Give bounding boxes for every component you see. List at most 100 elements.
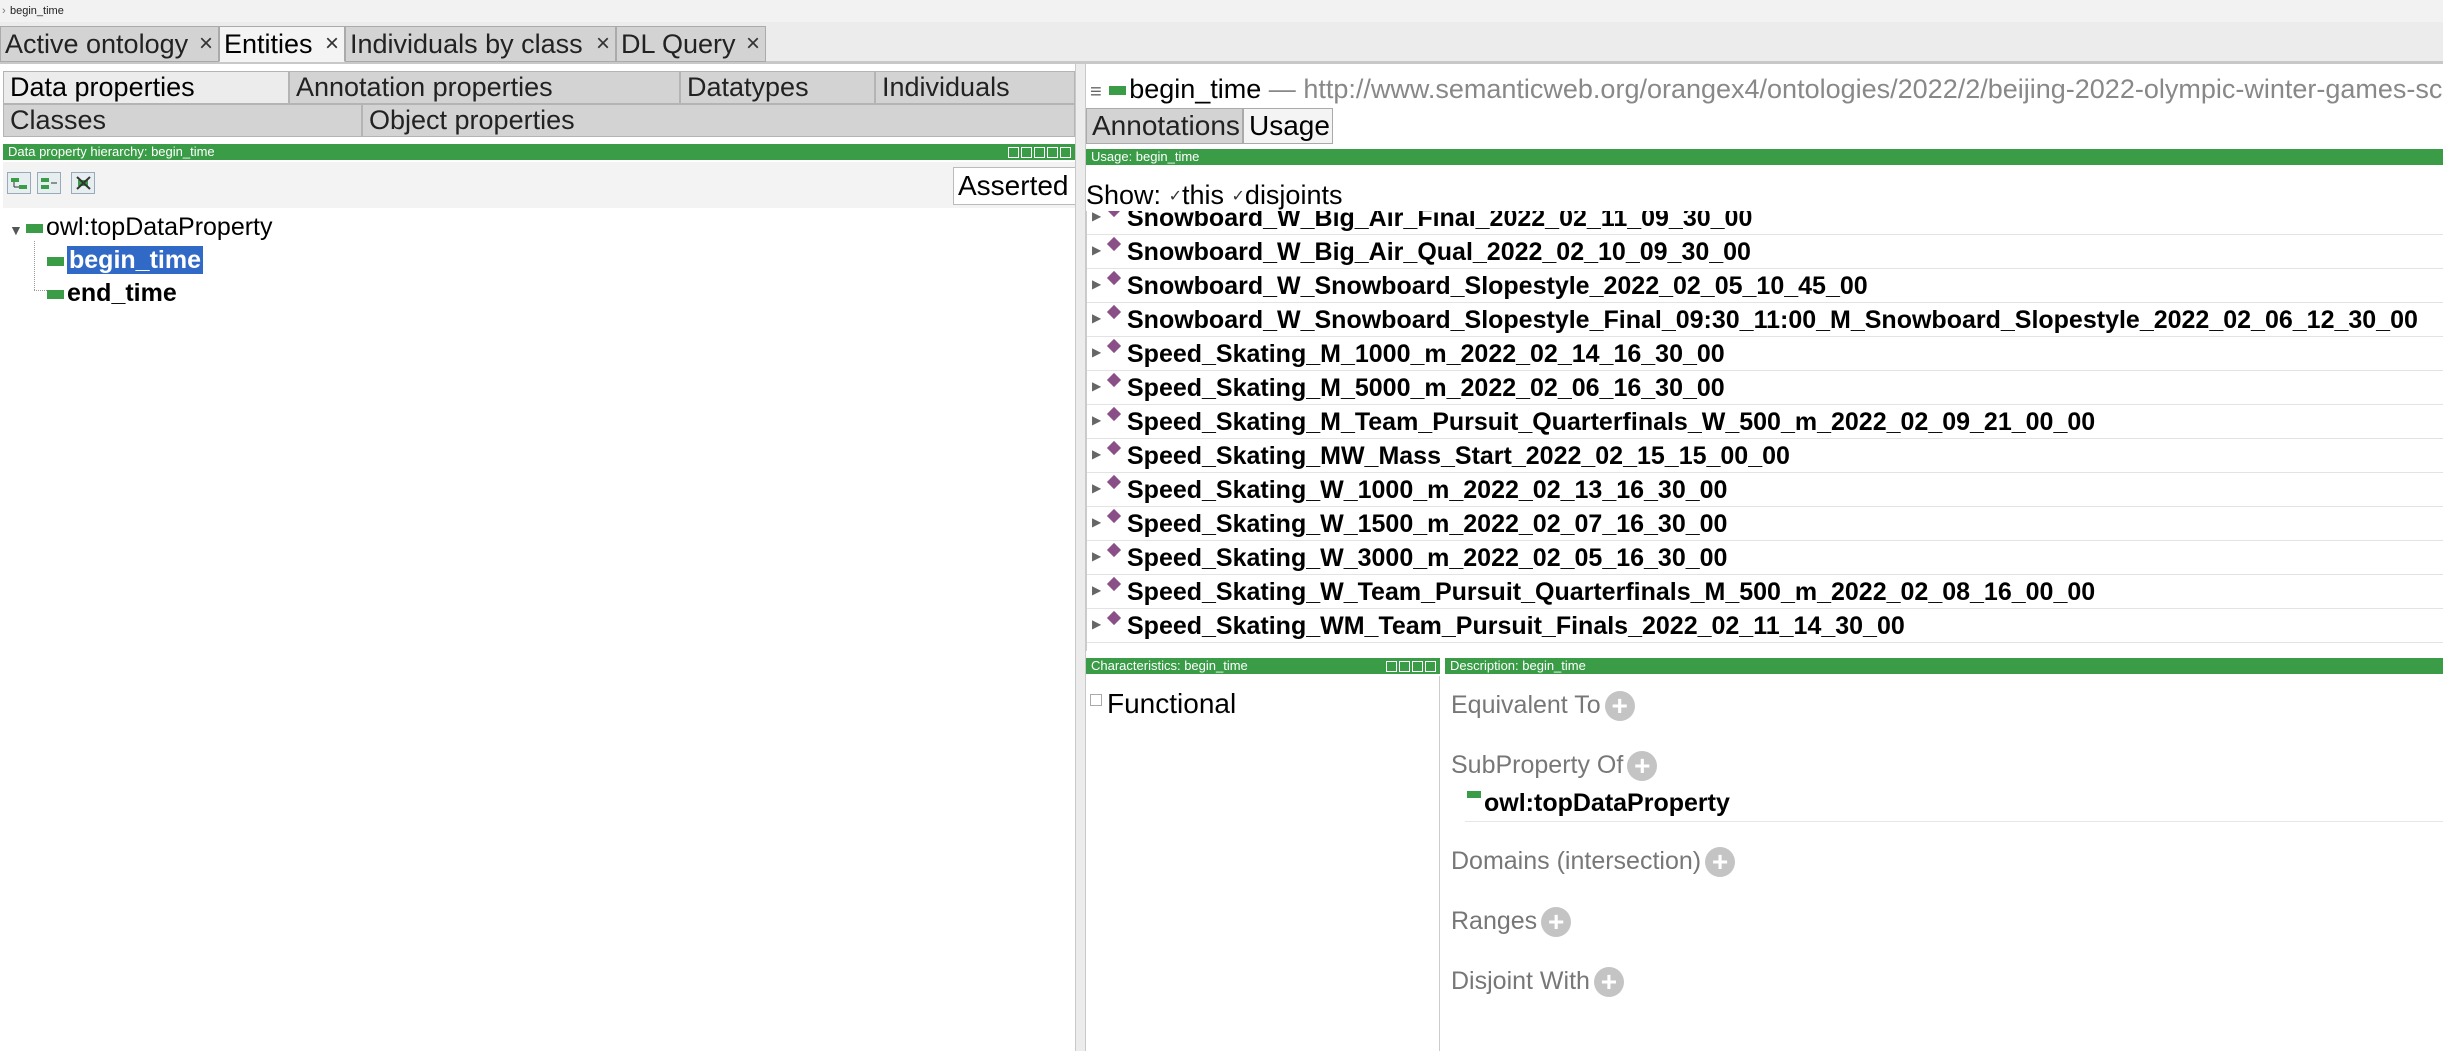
tab-label: Entities (224, 29, 313, 59)
functional-checkbox[interactable] (1090, 694, 1102, 706)
list-item[interactable]: ▶ Speed_Skating_M_Team_Pursuit_Quarterfin… (1087, 405, 2443, 439)
expand-arrow-icon[interactable]: ▶ (1092, 617, 1101, 631)
tab-object-properties[interactable]: Object properties (362, 104, 1075, 137)
usage-item-label: Snowboard_W_Snowboard_Slopestyle_Final_0… (1127, 306, 2418, 334)
list-item[interactable]: ▶ Speed_Skating_MW_Mass_Start_2022_02_15_… (1087, 439, 2443, 473)
list-item[interactable]: ▶ Speed_Skating_W_Team_Pursuit_Quarterfin… (1087, 575, 2443, 609)
expand-arrow-icon[interactable]: ▶ (1092, 277, 1101, 291)
tab-classes[interactable]: Classes (3, 104, 362, 137)
add-icon[interactable]: + (1627, 751, 1658, 782)
data-property-icon (1109, 86, 1127, 96)
tree-node-end-time[interactable]: end_time (47, 279, 177, 308)
split-icon[interactable] (1386, 661, 1397, 672)
add-icon[interactable]: + (1593, 967, 1624, 998)
tab-dl-query[interactable]: DL Query × (616, 26, 766, 62)
expand-toggle-icon[interactable]: ▼ (9, 222, 23, 238)
menu-icon[interactable]: ≡ (1090, 81, 1102, 103)
list-item[interactable]: ▶ Speed_Skating_WM_Team_Pursuit_Finals_20… (1087, 609, 2443, 643)
close-icon[interactable]: × (325, 27, 339, 61)
individual-icon (1106, 236, 1122, 252)
equivalent-to-section: Equivalent To + (1451, 691, 1635, 722)
tab-usage[interactable]: Usage (1243, 108, 1333, 144)
list-item[interactable]: ▶ Snowboard_W_Snowboard_Slopestyle_Final_… (1087, 303, 2443, 337)
hierarchy-mode-select[interactable]: Asserted ▾ (953, 167, 1078, 234)
delete-icon (76, 176, 91, 190)
list-item[interactable]: ▶ Snowboard_W_Snowboard_Slopestyle_2022_0… (1087, 269, 2443, 303)
close-icon[interactable]: × (596, 27, 610, 61)
close-icon[interactable] (1060, 147, 1071, 158)
tab-datatypes[interactable]: Datatypes (680, 71, 875, 104)
tab-data-properties[interactable]: Data properties (3, 71, 289, 104)
show-label: Show: (1086, 180, 1162, 210)
tab-entities[interactable]: Entities × (219, 26, 345, 62)
list-item[interactable]: ▶ Speed_Skating_W_3000_m_2022_02_05_16_30… (1087, 541, 2443, 575)
delete-property-button[interactable] (71, 172, 95, 194)
tab-individuals-by-class[interactable]: Individuals by class × (345, 26, 616, 62)
list-item[interactable]: ▶ Speed_Skating_W_1500_m_2022_02_07_16_30… (1087, 507, 2443, 541)
list-item[interactable]: ▶ Speed_Skating_W_1000_m_2022_02_13_16_30… (1087, 473, 2443, 507)
individual-icon (1106, 406, 1122, 422)
subproperty-value[interactable]: owl:topDataProperty (1467, 789, 1730, 818)
expand-arrow-icon[interactable]: ▶ (1092, 583, 1101, 597)
tab-individuals[interactable]: Individuals (875, 71, 1075, 104)
usage-item-label: Speed_Skating_W_1500_m_2022_02_07_16_30_… (1127, 510, 1728, 538)
maximize-icon[interactable] (1412, 661, 1423, 672)
individual-icon (1106, 542, 1122, 558)
disjoints-checkbox[interactable]: ✓ (1232, 183, 1245, 211)
tab-annotation-properties[interactable]: Annotation properties (289, 71, 680, 104)
expand-arrow-icon[interactable]: ▶ (1092, 413, 1101, 427)
minimize-icon[interactable] (1399, 661, 1410, 672)
list-item[interactable]: ▶ Speed_Skating_M_5000_m_2022_02_06_16_30… (1087, 371, 2443, 405)
expand-arrow-icon[interactable]: ▶ (1092, 243, 1101, 257)
hierarchy-mode-value: Asserted (958, 170, 1069, 201)
add-icon[interactable]: + (1604, 691, 1635, 722)
section-label: Disjoint With (1451, 967, 1590, 995)
view-window-buttons (1384, 660, 1436, 672)
ranges-section: Ranges + (1451, 907, 1572, 938)
tree-node-top-data-property[interactable]: owl:topDataProperty (26, 213, 273, 242)
characteristics-view-titlebar: Characteristics: begin_time (1086, 658, 1440, 674)
minimize-icon[interactable] (1034, 147, 1045, 158)
expand-arrow-icon[interactable]: ▶ (1092, 549, 1101, 563)
entity-iri: http://www.semanticweb.org/orangex4/onto… (1303, 74, 2443, 104)
split-pane-divider[interactable] (1075, 64, 1086, 1051)
data-property-icon (47, 256, 64, 266)
expand-arrow-icon[interactable]: ▶ (1092, 481, 1101, 495)
tab-active-ontology[interactable]: Active ontology × (0, 26, 219, 62)
list-item[interactable]: ▶ Speed_Skating_M_1000_m_2022_02_14_16_30… (1087, 337, 2443, 371)
disjoint-with-section: Disjoint With + (1451, 967, 1624, 998)
expand-arrow-icon[interactable]: ▶ (1092, 447, 1101, 461)
close-icon[interactable] (1425, 661, 1436, 672)
tab-annotations[interactable]: Annotations (1086, 108, 1243, 144)
tab-label: DL Query (621, 29, 736, 59)
add-subproperty-button[interactable] (7, 172, 31, 194)
breadcrumb-label[interactable]: begin_time (10, 5, 64, 17)
list-item[interactable]: ▶ Snowboard_W_Big_Air_Qual_2022_02_10_09_… (1087, 235, 2443, 269)
close-icon[interactable]: × (746, 27, 760, 61)
individual-icon (1106, 304, 1122, 320)
expand-arrow-icon[interactable]: ▶ (1092, 379, 1101, 393)
add-sibling-property-button[interactable] (37, 172, 61, 194)
this-checkbox[interactable]: ✓ (1169, 183, 1182, 211)
subproperty-of-section: SubProperty Of + (1451, 751, 1658, 782)
this-option-label: this (1181, 180, 1224, 210)
view-window-buttons (1006, 146, 1071, 158)
tree-node-begin-time[interactable]: begin_time (47, 246, 203, 275)
split-icon[interactable] (1021, 147, 1032, 158)
close-icon[interactable]: × (199, 27, 213, 61)
maximize-icon[interactable] (1047, 147, 1058, 158)
tree-node-label: end_time (67, 279, 177, 307)
individual-icon (1106, 576, 1122, 592)
help-icon[interactable] (1008, 147, 1019, 158)
add-icon[interactable]: + (1541, 907, 1572, 938)
characteristics-pane: Functional (1086, 676, 1440, 1051)
add-icon[interactable]: + (1705, 847, 1736, 878)
entity-header: ≡ begin_time — http://www.semanticweb.or… (1086, 64, 2443, 112)
expand-arrow-icon[interactable]: ▶ (1092, 345, 1101, 359)
expand-arrow-icon[interactable]: ▶ (1092, 311, 1101, 325)
individual-icon (1106, 338, 1122, 354)
expand-arrow-icon[interactable]: ▶ (1092, 211, 1101, 223)
list-item[interactable]: ▶ Snowboard_W_Big_Air_Final_2022_02_11_09… (1087, 211, 2443, 235)
expand-arrow-icon[interactable]: ▶ (1092, 515, 1101, 529)
tree-node-label-selected: begin_time (67, 246, 203, 274)
